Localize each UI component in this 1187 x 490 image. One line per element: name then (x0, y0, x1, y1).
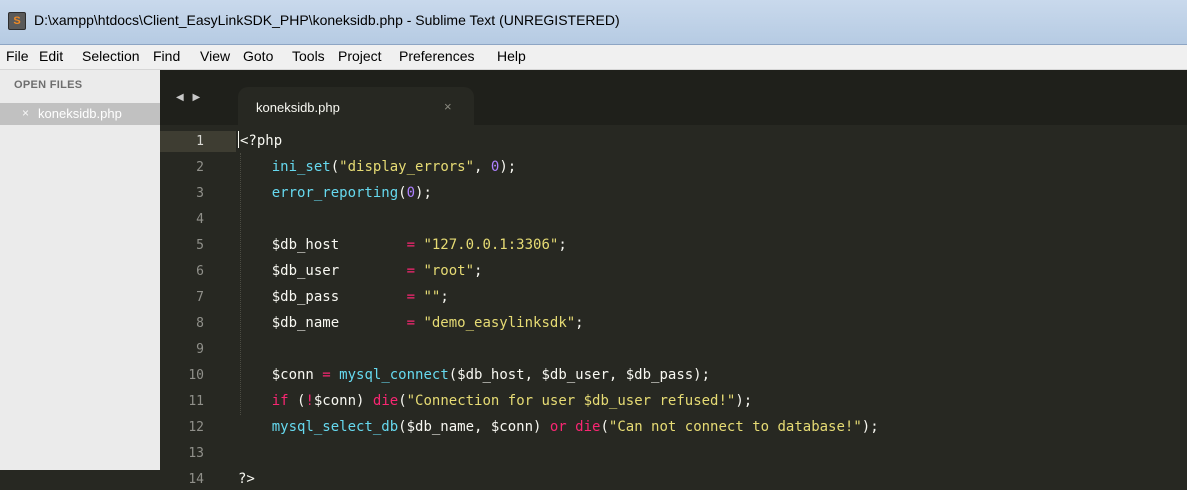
close-file-icon[interactable]: × (22, 106, 29, 120)
tab-nav-arrows-icon[interactable]: ◀ ▶ (176, 92, 203, 103)
menu-edit[interactable]: Edit (39, 48, 63, 64)
code-line[interactable]: error_reporting(0); (238, 183, 432, 204)
code-line[interactable]: ?> (238, 469, 255, 490)
code-line[interactable]: $conn = mysql_connect($db_host, $db_user… (238, 365, 710, 386)
code-line[interactable]: ini_set("display_errors", 0); (238, 157, 516, 178)
menu-file[interactable]: File (6, 48, 29, 64)
window-title: D:\xampp\htdocs\Client_EasyLinkSDK_PHP\k… (34, 12, 620, 28)
line-number: 3 (196, 186, 204, 201)
sidebar: OPEN FILES × koneksidb.php (0, 70, 160, 470)
sidebar-file-item[interactable]: × koneksidb.php (0, 103, 160, 125)
line-number: 11 (188, 394, 204, 409)
text-cursor (238, 131, 239, 148)
line-number: 6 (196, 264, 204, 279)
menu-bar: File Edit Selection Find View Goto Tools Projec… (0, 45, 1187, 70)
line-number: 13 (188, 446, 204, 461)
code-line[interactable]: $db_pass = ""; (238, 287, 449, 308)
line-number: 12 (188, 420, 204, 435)
open-files-header: OPEN FILES (14, 79, 83, 91)
line-number-gutter: 1 2 3 4 5 6 7 8 9 10 11 12 13 14 (160, 125, 236, 487)
line-number: 8 (196, 316, 204, 331)
sidebar-file-name: koneksidb.php (38, 106, 122, 121)
menu-goto[interactable]: Goto (243, 48, 273, 64)
code-line[interactable]: $db_user = "root"; (238, 261, 483, 282)
menu-selection[interactable]: Selection (82, 48, 140, 64)
menu-help[interactable]: Help (497, 48, 526, 64)
code-line[interactable]: $db_name = "demo_easylinksdk"; (238, 313, 584, 334)
code-line[interactable]: if (!$conn) die("Connection for user $db… (238, 391, 753, 412)
menu-view[interactable]: View (200, 48, 230, 64)
line-number: 7 (196, 290, 204, 305)
line-number: 9 (196, 342, 204, 357)
tab-koneksidb[interactable]: koneksidb.php × (238, 87, 474, 125)
line-number: 1 (196, 134, 204, 149)
line-number: 4 (196, 212, 204, 227)
code-line[interactable]: <?php (238, 131, 282, 152)
menu-preferences[interactable]: Preferences (399, 48, 474, 64)
code-line[interactable]: $db_host = "127.0.0.1:3306"; (238, 235, 567, 256)
app-icon-letter: S (13, 15, 21, 27)
code-line[interactable]: mysql_select_db($db_name, $conn) or die(… (238, 417, 879, 438)
tab-close-icon[interactable]: × (444, 99, 452, 114)
line-number: 14 (188, 472, 204, 487)
title-bar: S D:\xampp\htdocs\Client_EasyLinkSDK_PHP… (0, 0, 1187, 45)
menu-tools[interactable]: Tools (292, 48, 325, 64)
menu-project[interactable]: Project (338, 48, 382, 64)
code-editor[interactable]: 1 2 3 4 5 6 7 8 9 10 11 12 13 14 <?php ini_set("displ… (160, 125, 1187, 487)
line-number: 5 (196, 238, 204, 253)
sublime-app-icon[interactable]: S (8, 12, 26, 30)
menu-find[interactable]: Find (153, 48, 180, 64)
tab-bar: ◀ ▶ koneksidb.php × (160, 70, 1187, 125)
tab-label: koneksidb.php (256, 100, 340, 115)
line-number: 2 (196, 160, 204, 175)
line-number: 10 (188, 368, 204, 383)
